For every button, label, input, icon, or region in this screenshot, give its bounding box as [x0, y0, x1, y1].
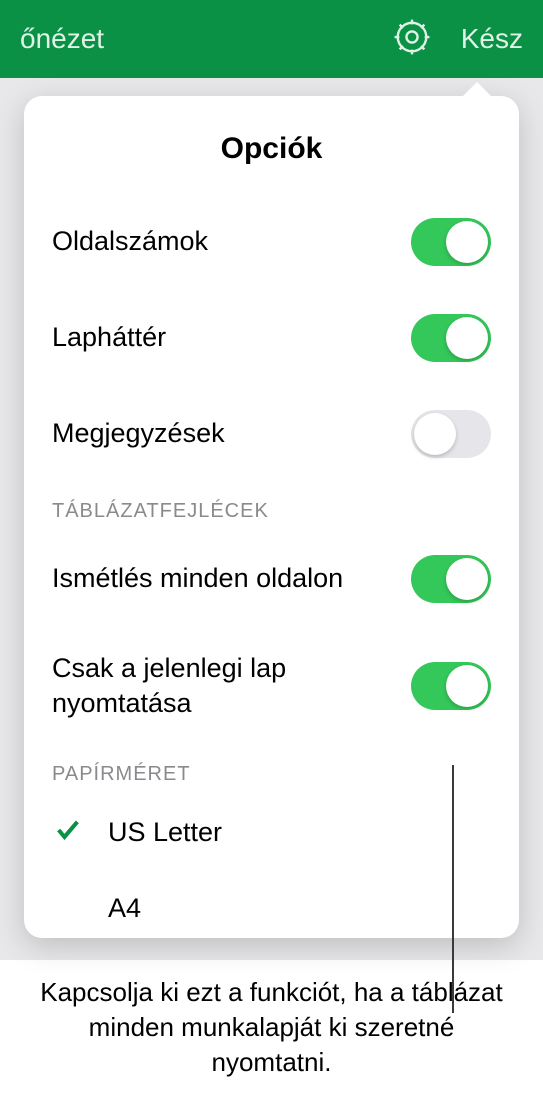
option-repeat-headers: Ismétlés minden oldalon	[24, 531, 519, 627]
section-header-paper: PAPÍRMÉRET	[24, 745, 519, 794]
options-popover: Opciók Oldalszámok Lapháttér Megjegyzése…	[24, 96, 519, 938]
done-button[interactable]: Kész	[461, 23, 523, 55]
paper-label: A4	[108, 893, 141, 924]
toggle-current-sheet[interactable]	[411, 662, 491, 710]
callout-text: Kapcsolja ki ezt a funkciót, ha a tábláz…	[40, 975, 503, 1080]
toggle-comments[interactable]	[411, 410, 491, 458]
option-label: Ismétlés minden oldalon	[52, 561, 343, 596]
gear-icon[interactable]	[393, 18, 431, 61]
toggle-repeat-headers[interactable]	[411, 555, 491, 603]
top-bar: őnézet Kész	[0, 0, 543, 78]
toggle-background[interactable]	[411, 314, 491, 362]
option-label: Oldalszámok	[52, 224, 208, 259]
paper-row-a4[interactable]: A4	[24, 870, 519, 946]
option-background: Lapháttér	[24, 290, 519, 386]
popover-title: Opciók	[24, 96, 519, 194]
option-label: Csak a jelenlegi lap nyomtatása	[52, 651, 392, 721]
paper-row-us-letter[interactable]: US Letter	[24, 794, 519, 870]
check-icon	[54, 816, 82, 849]
option-current-sheet: Csak a jelenlegi lap nyomtatása	[24, 627, 519, 745]
paper-label: US Letter	[108, 817, 222, 848]
option-page-numbers: Oldalszámok	[24, 194, 519, 290]
top-bar-right: Kész	[393, 18, 523, 61]
option-label: Lapháttér	[52, 320, 166, 355]
option-label: Megjegyzések	[52, 416, 225, 451]
back-label[interactable]: őnézet	[20, 23, 104, 55]
option-comments: Megjegyzések	[24, 386, 519, 482]
section-header-table: TÁBLÁZATFEJLÉCEK	[24, 482, 519, 531]
toggle-page-numbers[interactable]	[411, 218, 491, 266]
check-slot	[52, 816, 84, 849]
